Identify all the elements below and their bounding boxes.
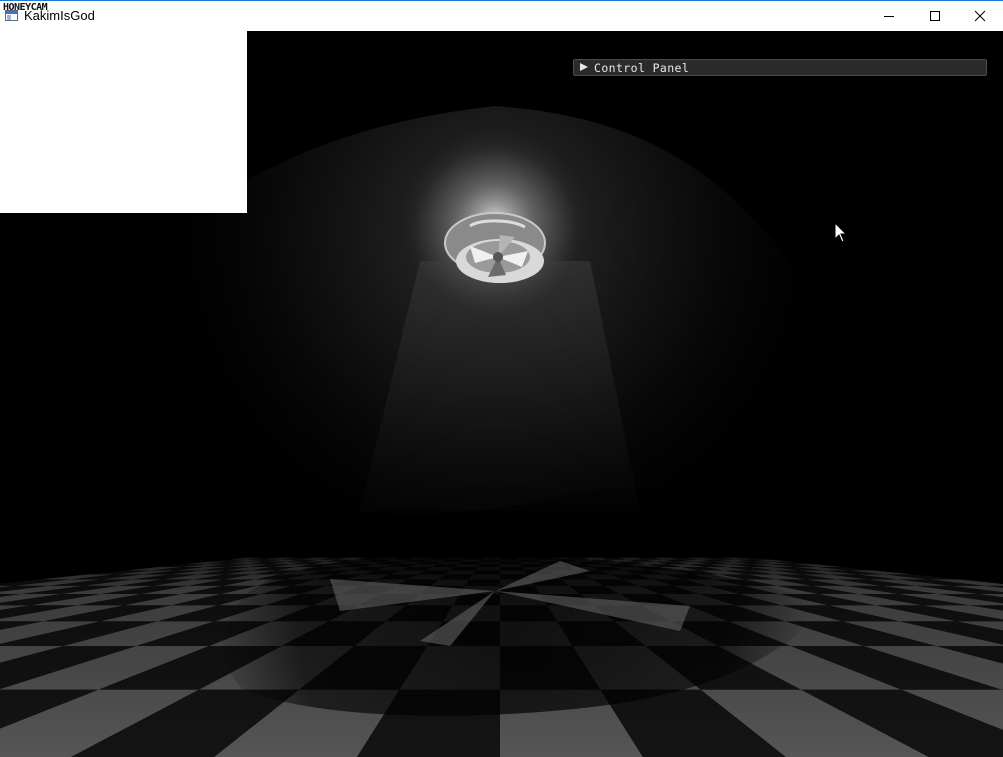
mouse-cursor-icon [834,222,848,243]
maximize-icon [930,11,940,21]
control-panel-header[interactable]: Control Panel [573,59,987,76]
triangle-right-icon[interactable] [580,63,588,71]
maximize-button[interactable] [912,1,958,31]
minimize-button[interactable] [866,1,912,31]
window-title-bar[interactable]: KakimIsGod HONEYCAM [0,0,1003,31]
minimize-icon [884,16,894,17]
white-overlay-panel [0,31,247,213]
control-panel-title: Control Panel [594,61,690,75]
close-button[interactable] [957,1,1003,31]
close-icon [974,10,986,22]
watermark-text: HONEYCAM [3,2,48,13]
